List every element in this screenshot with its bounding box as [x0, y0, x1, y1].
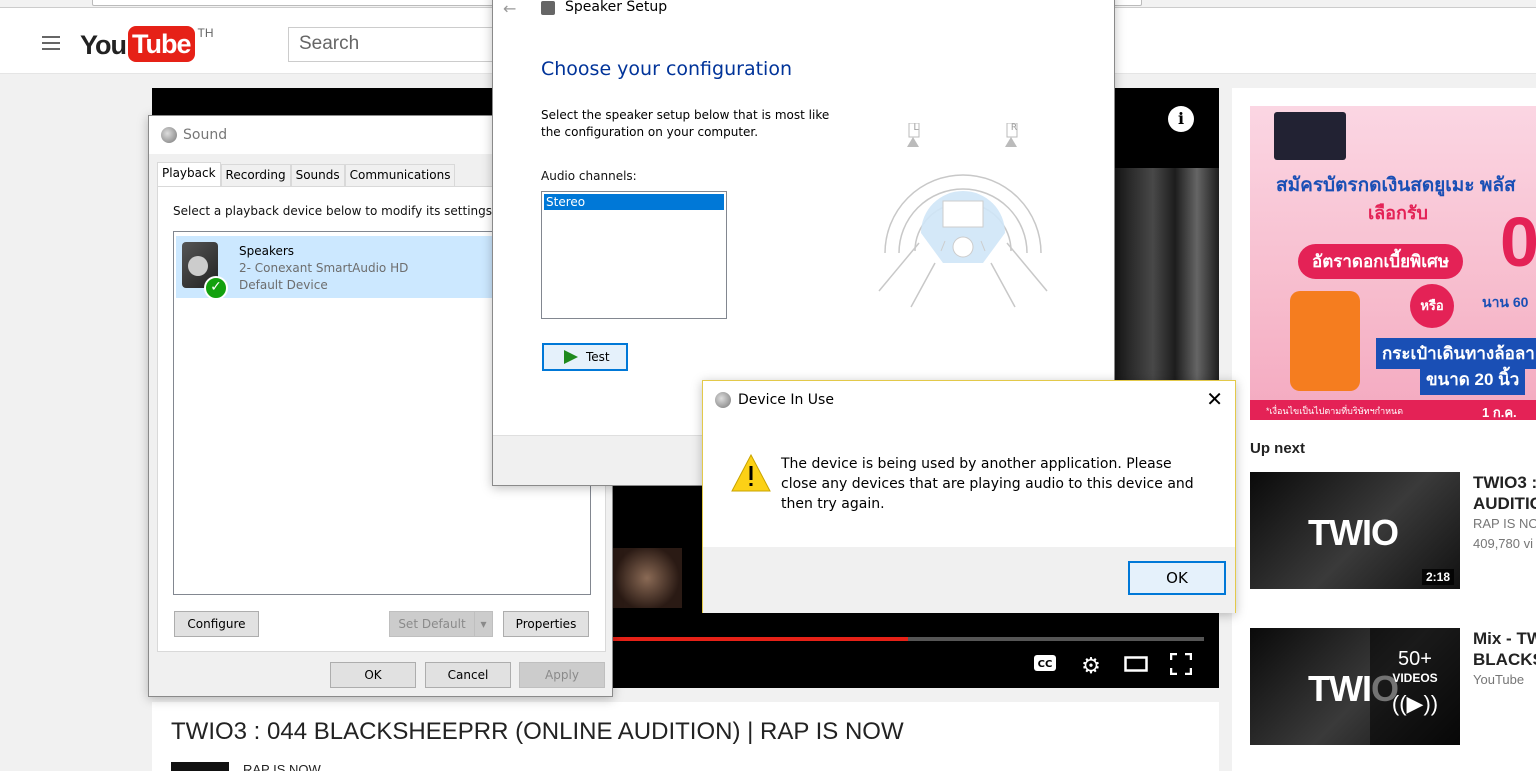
error-message: The device is being used by another appl… — [781, 456, 1194, 512]
settings-gear-icon[interactable]: ⚙ — [1078, 653, 1104, 679]
ad-footer: *เงื่อนไขเป็นไปตามที่บริษัทฯกำหนด 1 ก.ค. — [1250, 400, 1536, 420]
audio-channels-label: Audio channels: — [541, 169, 637, 183]
recommended-mix[interactable]: TWIO 50+ VIDEOS ((▶)) Mix - TW BLACKS Yo… — [1250, 628, 1536, 746]
device-driver: 2- Conexant SmartAudio HD — [239, 261, 409, 275]
channel-avatar[interactable] — [171, 762, 229, 771]
dialog-footer: OK — [703, 547, 1235, 613]
set-default-button[interactable]: Set Default — [389, 611, 475, 637]
ok-button[interactable]: OK — [330, 662, 416, 688]
channel-name[interactable]: RAP IS NOW — [243, 762, 321, 771]
cancel-button[interactable]: Cancel — [425, 662, 511, 688]
svg-text:CC: CC — [1038, 659, 1053, 670]
channel-name: YouTube — [1473, 672, 1525, 687]
play-icon — [564, 350, 578, 364]
playlist-icon: ((▶)) — [1391, 691, 1439, 716]
back-arrow-icon[interactable]: ← — [503, 0, 516, 18]
speaker-icon — [715, 392, 731, 408]
video-title: TWIO3 : 044 BLACKSHEEPRR (ONLINE AUDITIO… — [171, 718, 904, 745]
theater-mode-icon[interactable] — [1123, 653, 1149, 679]
left-speaker-label: L — [913, 123, 919, 133]
device-status: Default Device — [239, 278, 328, 292]
up-next-label: Up next — [1250, 440, 1306, 457]
close-icon[interactable]: ✕ — [1206, 387, 1223, 411]
speaker-diagram — [878, 123, 1048, 308]
country-code: TH — [197, 26, 214, 40]
duration-badge: 2:18 — [1421, 569, 1454, 585]
setup-description: Select the speaker setup below that is m… — [541, 108, 830, 139]
view-count: 409,780 vi — [1473, 536, 1533, 551]
default-check-icon: ✓ — [204, 276, 228, 300]
device-in-use-dialog: Device In Use ✕ The device is being used… — [702, 380, 1236, 613]
menu-icon[interactable] — [42, 36, 60, 50]
video-title[interactable]: Mix - TW BLACKS — [1473, 628, 1536, 670]
configure-button[interactable]: Configure — [174, 611, 259, 637]
channel-name: RAP IS NO — [1473, 516, 1536, 531]
speaker-setup-icon — [541, 1, 555, 15]
test-button[interactable]: Test — [542, 343, 628, 371]
captions-icon[interactable]: CC — [1032, 653, 1058, 679]
properties-button[interactable]: Properties — [503, 611, 589, 637]
dialog-title: Device In Use — [738, 392, 834, 408]
dialog-title: Speaker Setup — [565, 0, 668, 15]
progress-bar[interactable] — [612, 637, 1204, 641]
info-icon[interactable]: i — [1168, 106, 1194, 132]
ad-logo — [1274, 112, 1346, 160]
video-info: TWIO3 : 044 BLACKSHEEPRR (ONLINE AUDITIO… — [152, 702, 1219, 771]
progress-bar-fill — [612, 637, 908, 641]
tab-sounds[interactable]: Sounds — [290, 164, 345, 186]
right-speaker-label: R — [1010, 123, 1018, 133]
apply-button[interactable]: Apply — [519, 662, 605, 688]
warning-icon — [731, 453, 771, 492]
fullscreen-icon[interactable] — [1168, 652, 1194, 679]
device-name: Speakers — [239, 244, 295, 258]
ok-button[interactable]: OK — [1128, 561, 1226, 595]
dialog-title: Sound — [183, 127, 228, 143]
recommended-video[interactable]: TWIO 2:18 TWIO3 : AUDITIC RAP IS NO 409,… — [1250, 472, 1536, 590]
page-heading: Choose your configuration — [541, 58, 792, 80]
tab-recording[interactable]: Recording — [220, 164, 291, 186]
video-title[interactable]: TWIO3 : AUDITIC — [1473, 472, 1536, 514]
advertisement-banner[interactable]: สมัครบัตรกดเงินสดยูเมะ พลัส เลือกรับ 0 อ… — [1250, 106, 1536, 420]
playback-hint: Select a playback device below to modify… — [173, 204, 497, 218]
video-thumbnail[interactable]: TWIO 50+ VIDEOS ((▶)) — [1250, 628, 1460, 745]
luggage-image — [1290, 291, 1360, 391]
tab-playback[interactable]: Playback — [157, 162, 221, 186]
search-input[interactable]: Search — [288, 27, 508, 62]
sidebar: สมัครบัตรกดเงินสดยูเมะ พลัส เลือกรับ 0 อ… — [1232, 88, 1536, 771]
audio-channels-list[interactable]: Stereo — [541, 191, 727, 319]
tab-strip: Playback Recording Sounds Communications — [157, 162, 456, 186]
set-default-dropdown-icon[interactable]: ▾ — [474, 611, 493, 637]
video-thumbnail[interactable]: TWIO 2:18 — [1250, 472, 1460, 589]
speaker-icon — [161, 127, 177, 143]
channel-item-stereo[interactable]: Stereo — [544, 194, 724, 210]
youtube-logo[interactable]: You Tube TH — [80, 26, 214, 62]
tab-communications[interactable]: Communications — [344, 164, 456, 186]
video-frame-art — [612, 548, 682, 608]
playlist-overlay: 50+ VIDEOS ((▶)) — [1370, 628, 1460, 745]
